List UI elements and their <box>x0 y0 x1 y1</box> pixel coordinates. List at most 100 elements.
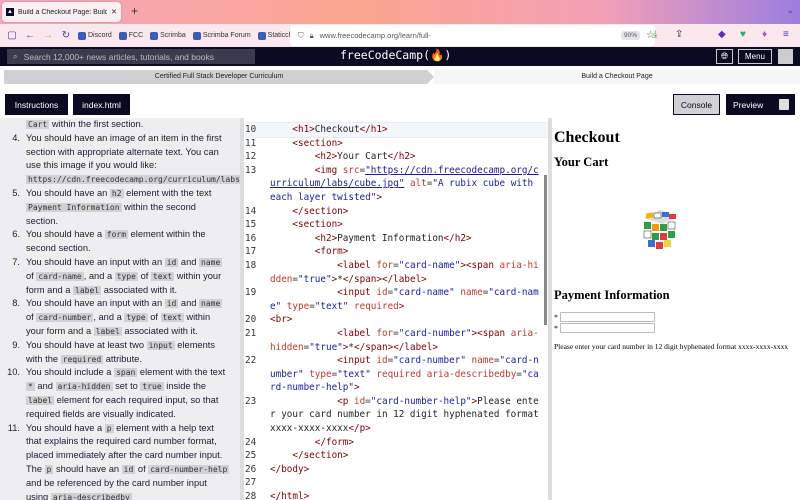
code-token: </section> <box>292 450 348 461</box>
line-number: 13 <box>245 164 265 178</box>
preview-pane: Checkout Your Cart Payment Information *… <box>552 118 800 500</box>
instruction-text: , and a <box>84 271 115 281</box>
instructions-scrollbar[interactable] <box>240 118 244 500</box>
instruction-text: inside the <box>164 381 206 391</box>
code-token: Your Cart <box>337 151 387 162</box>
code-token: <h2> <box>315 233 337 244</box>
line-number: 21 <box>245 327 265 341</box>
language-globe-icon[interactable]: 🌐︎ <box>716 49 733 64</box>
search-icon: ⌕ <box>13 51 18 62</box>
extension-icon[interactable]: ♥ <box>740 29 746 40</box>
code-token: > <box>399 301 405 312</box>
code-token: <section> <box>292 219 342 230</box>
rubiks-cube-image <box>638 206 682 252</box>
code-line[interactable]: 22 <input id="card-number" name="card-nu… <box>245 354 548 395</box>
instructions-tab[interactable]: Instructions <box>5 94 68 115</box>
instruction-text: set to <box>113 381 141 391</box>
menu-button[interactable]: Menu <box>738 49 772 64</box>
preview-button[interactable]: Preview <box>726 94 772 115</box>
share-icon[interactable]: ⇪ <box>675 29 683 40</box>
instruction-text: element with the text <box>124 188 212 198</box>
card-name-input[interactable] <box>560 312 655 322</box>
code-token: <h2> <box>315 151 337 162</box>
code-line[interactable]: 28</html> <box>245 490 548 500</box>
code-token <box>270 124 292 135</box>
shield-icon[interactable]: ⛉ <box>298 31 304 41</box>
code-line[interactable]: 17 <form> <box>245 245 548 259</box>
console-button[interactable]: Console <box>673 94 720 115</box>
code-token <box>270 233 315 244</box>
url-bar[interactable]: ⛉ 🔒︎ www.freecodecamp.org/learn/full- 90… <box>290 25 655 46</box>
code-editor[interactable]: 10 <h1>Checkout</h1>11 <section>12 <h2>Y… <box>245 118 548 500</box>
instruction-item: Cart within the first section. <box>0 118 238 132</box>
code-token: "true" <box>309 342 343 353</box>
code-line[interactable]: 27 <box>245 476 548 490</box>
sidebar-icon[interactable]: ▢ <box>6 30 18 41</box>
bookmark-item[interactable]: Discord <box>78 32 112 40</box>
card-number-input[interactable] <box>560 323 655 333</box>
code-token: type <box>304 369 332 380</box>
zoom-level[interactable]: 90% <box>621 31 640 40</box>
code-token <box>270 437 315 448</box>
forward-icon[interactable]: → <box>42 30 54 41</box>
index-html-tab[interactable]: index.html <box>73 94 130 115</box>
url-text[interactable]: www.freecodecamp.org/learn/full- <box>320 31 615 40</box>
code-line[interactable]: 19 <input id="card-name" name="card-name… <box>245 286 548 313</box>
code-token: id <box>376 287 387 298</box>
preview-popout-button[interactable] <box>772 94 795 115</box>
avatar[interactable] <box>778 49 793 64</box>
code-line[interactable]: 23 <p id="card-number-help">Please enter… <box>245 395 548 436</box>
instruction-text: , and a <box>93 312 124 322</box>
inline-code: h2 <box>110 189 124 198</box>
code-line[interactable]: 14 </section> <box>245 205 548 219</box>
reload-icon[interactable]: ↻ <box>60 30 72 41</box>
card-number-field: * <box>554 323 655 333</box>
code-token: "card-name" <box>399 260 461 271</box>
instruction-item: 6.You should have a form element within … <box>0 228 238 256</box>
tab-list-chevron-icon[interactable]: ⌄ <box>786 5 794 16</box>
code-token: aria-describedby <box>427 369 517 380</box>
breadcrumb-curriculum[interactable]: Certified Full Stack Developer Curriculu… <box>4 70 434 84</box>
bookmark-item[interactable]: Scrimba <box>150 32 186 40</box>
code-line[interactable]: 21 <label for="card-number"><span aria-h… <box>245 327 548 354</box>
search-input[interactable]: ⌕ Search 12,000+ news articles, tutorial… <box>7 49 255 64</box>
code-line[interactable]: 25 </section> <box>245 449 548 463</box>
close-tab-icon[interactable]: ✕ <box>111 8 117 16</box>
inline-code: aria-hidden <box>56 382 113 391</box>
downloads-icon[interactable]: ⤓ <box>653 29 657 40</box>
instruction-item: 11.You should have a p element with a he… <box>0 422 238 500</box>
code-line[interactable]: 11 <section> <box>245 137 548 151</box>
code-line[interactable]: 12 <h2>Your Cart</h2> <box>245 150 548 164</box>
bookmark-item[interactable]: Scrimba Forum <box>193 32 251 40</box>
browser-tab[interactable]: ▲ Build a Checkout Page: Build a Checkou… <box>2 2 121 22</box>
fcc-logo[interactable]: freeCodeCamp(🔥) <box>340 48 451 62</box>
bookmark-item[interactable]: FCC <box>119 32 143 40</box>
extension-icon[interactable]: ◆ <box>718 29 726 40</box>
code-line[interactable]: 26</body> <box>245 463 548 477</box>
code-line[interactable]: 20<br> <box>245 313 548 327</box>
code-token: src <box>343 165 360 176</box>
hamburger-menu-icon[interactable]: ≡ <box>783 29 789 40</box>
new-tab-button[interactable]: + <box>131 4 138 18</box>
extension-icon[interactable]: ♦ <box>762 29 767 40</box>
instruction-text: You should have an input with an <box>26 257 165 267</box>
code-line[interactable]: 24 </form> <box>245 436 548 450</box>
code-line[interactable]: 13 <img src="https://cdn.freecodecamp.or… <box>245 164 548 205</box>
code-line[interactable]: 16 <h2>Payment Information</h2> <box>245 232 548 246</box>
code-token: name <box>460 287 482 298</box>
instruction-number: 10. <box>7 366 20 380</box>
line-number: 10 <box>245 123 265 137</box>
code-token: </form> <box>315 437 354 448</box>
inline-code: label <box>73 286 101 295</box>
fcc-favicon-icon: ▲ <box>6 8 14 16</box>
code-line[interactable]: 15 <section> <box>245 218 548 232</box>
instructions-list: Cart within the first section.4.You shou… <box>0 118 238 500</box>
editor-scrollbar[interactable] <box>544 175 547 325</box>
code-token: type <box>281 301 309 312</box>
inline-code: id <box>165 299 179 308</box>
back-icon[interactable]: ← <box>24 30 36 41</box>
inline-code: aria-describedby <box>51 493 132 500</box>
code-line[interactable]: 10 <h1>Checkout</h1> <box>245 123 548 137</box>
instruction-text: You should have an image of an item in t… <box>26 133 222 171</box>
code-line[interactable]: 18 <label for="card-name"><span aria-hid… <box>245 259 548 286</box>
